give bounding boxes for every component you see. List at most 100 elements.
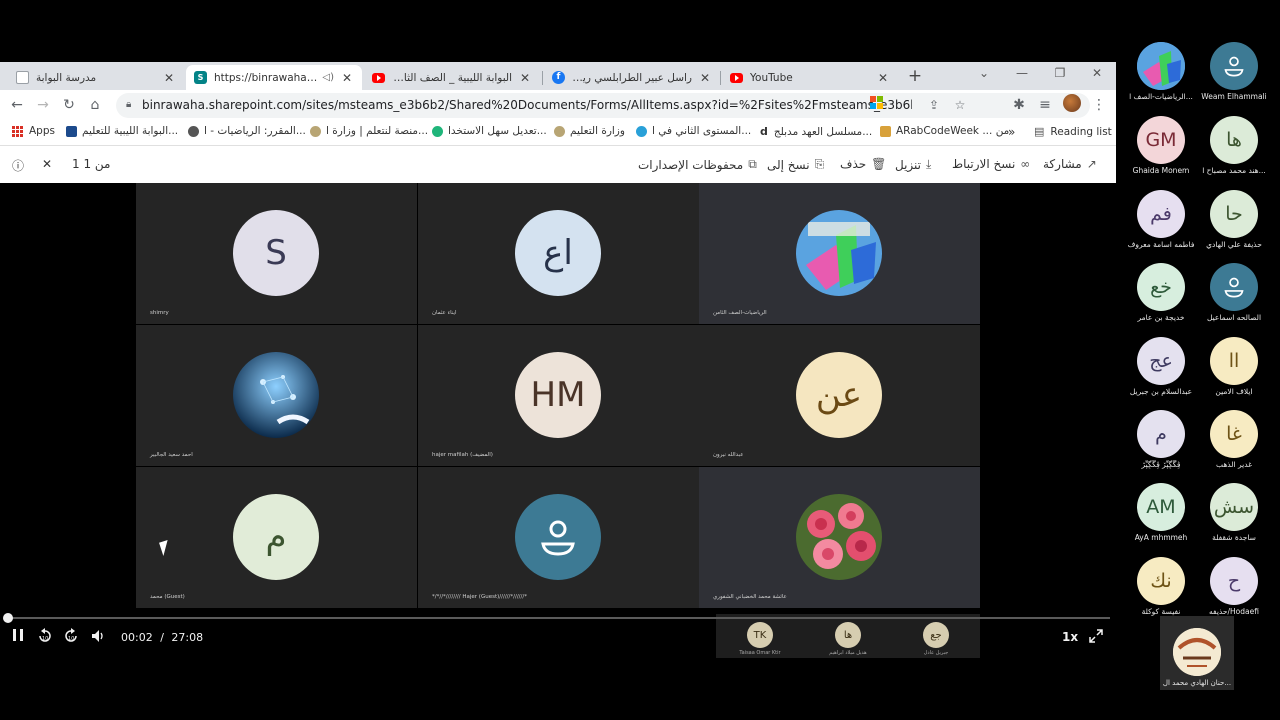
- d-logo-icon: d: [760, 125, 768, 138]
- roster-item[interactable]: GM Ghaida Monem: [1126, 116, 1196, 175]
- reading-list[interactable]: ▤ Reading list: [1034, 125, 1112, 138]
- share-icon[interactable]: ⇪: [926, 98, 942, 112]
- roster-item[interactable]: Weam Elhammali: [1199, 42, 1269, 101]
- roster-item[interactable]: AM AyA mhmmeh: [1126, 483, 1196, 542]
- close-icon[interactable]: ✕: [876, 71, 890, 85]
- close-icon[interactable]: ✕: [340, 71, 354, 85]
- sharepoint-icon: S: [194, 71, 207, 84]
- roster-item[interactable]: نك نفيسة كوكلة: [1126, 557, 1196, 616]
- link-icon: ∞: [1020, 157, 1031, 171]
- roster-avatar: م: [1137, 410, 1185, 458]
- seal-icon: [310, 125, 321, 137]
- seek-bar[interactable]: [6, 617, 1110, 619]
- roster-avatar: AM: [1137, 483, 1185, 531]
- roster-item[interactable]: الصالحه اسماعيل: [1199, 263, 1269, 322]
- info-icon[interactable]: ⓘ: [12, 157, 24, 174]
- close-viewer-icon[interactable]: ✕: [42, 157, 52, 171]
- profile-avatar[interactable]: [1063, 94, 1081, 112]
- download-button[interactable]: تنزيل ⤓: [895, 157, 931, 172]
- bookmark-series[interactable]: d مسلسل العهد مدبلج...: [760, 125, 872, 138]
- tab-facebook[interactable]: f راسل عبير الطرابلسي رياضيات ✕: [544, 65, 720, 90]
- page-counter: 1 من 1: [72, 157, 111, 171]
- facebook-icon: f: [552, 71, 565, 84]
- roster-item[interactable]: خع خديجة بن عامر: [1126, 263, 1196, 322]
- home-icon[interactable]: ⌂: [86, 96, 104, 114]
- youtube-icon: [372, 72, 385, 83]
- bookmark-apps[interactable]: Apps: [12, 125, 55, 137]
- tab-sharepoint[interactable]: S https://binrawaha.sharep ◁) ✕: [186, 65, 362, 90]
- extensions-puzzle-icon[interactable]: ✱: [1010, 96, 1028, 114]
- roster-avatar: ها: [1210, 116, 1258, 164]
- version-history-button[interactable]: محفوظات الإصدارات ⧉: [638, 157, 757, 172]
- self-view-tile: حنان الهادي محمد ال...: [1160, 616, 1234, 690]
- roster-item[interactable]: ح حذيفه/Hodaefi: [1199, 557, 1269, 616]
- roster-item[interactable]: الرياضيات-الصف ا...: [1126, 42, 1196, 101]
- minimize-icon[interactable]: —: [1012, 66, 1032, 80]
- participant-tile: اع ايناء عثمان: [418, 183, 699, 324]
- roster-item[interactable]: م ڤِڴِّڲِپِّڒ ڤِڴِّڲِپِّڒ: [1126, 410, 1196, 469]
- bookmark-arabcodeweek[interactable]: ARabCodeWeek ... من: [880, 125, 1009, 137]
- share-button[interactable]: مشاركة ↗: [1043, 157, 1097, 171]
- star-icon[interactable]: ☆: [952, 98, 968, 112]
- tab-search-chevron-icon[interactable]: ⌄: [974, 66, 994, 80]
- reload-icon[interactable]: ↻: [60, 96, 78, 114]
- mini-avatar: ها: [835, 622, 861, 648]
- forward-10-icon[interactable]: 10: [63, 628, 79, 648]
- close-icon[interactable]: ✕: [698, 71, 712, 85]
- math-logo-icon: [1173, 628, 1221, 676]
- roster-item[interactable]: اا ايلاف الامين: [1199, 337, 1269, 396]
- seek-handle[interactable]: [3, 613, 14, 623]
- overflow-participants-strip: TK Taisaa Omar Ktir ها هديل ميلاد ابراهي…: [716, 614, 980, 658]
- mini-participant[interactable]: TK Taisaa Omar Ktir: [720, 622, 800, 656]
- url-text[interactable]: binrawaha.sharepoint.com/sites/msteams_e…: [142, 98, 912, 112]
- bookmark-curriculum[interactable]: المقرر: الرياضيات - ا...: [188, 125, 306, 137]
- roster-item[interactable]: فم فاطمه اسامة معروف: [1126, 190, 1196, 249]
- back-arrow-icon[interactable]: ←: [8, 96, 26, 114]
- playback-speed-button[interactable]: 1x: [1062, 630, 1078, 644]
- participant-name: ايناء عثمان: [432, 310, 457, 316]
- mini-participant[interactable]: ها هديل ميلاد ابراهيم: [808, 622, 888, 656]
- tab-libya-portal[interactable]: البوابة الليبية _ الصف الثامن - ✕: [364, 65, 540, 90]
- tab-youtube[interactable]: YouTube ✕: [722, 65, 898, 90]
- close-window-icon[interactable]: ✕: [1087, 66, 1107, 80]
- mini-participant[interactable]: جع جبريل عادل: [896, 622, 976, 656]
- bookmark-easy-edit[interactable]: تعديل سهل الاستخدا...: [432, 125, 547, 137]
- forward-arrow-icon[interactable]: →: [34, 96, 52, 114]
- new-tab-plus-icon[interactable]: +: [906, 67, 924, 85]
- participant-tile: */*//*//////// Hajer (Guest)//////*/////…: [418, 467, 699, 608]
- media-control-icon[interactable]: ≡: [1036, 96, 1054, 114]
- rewind-10-icon[interactable]: 10: [37, 628, 53, 648]
- bookmark-libya-portal[interactable]: البوابة الليبية للتعليم...: [66, 125, 178, 137]
- copy-to-button[interactable]: نسخ إلى ⎘: [767, 157, 824, 172]
- bookmarks-overflow-chevron-icon[interactable]: »: [1008, 125, 1015, 139]
- tab-madrasa[interactable]: مدرسة البوابة ✕: [8, 65, 184, 90]
- participant-name: احمد سعيد الجالبير: [150, 452, 193, 458]
- bookmark-second-level[interactable]: المستوى الثاني في ا...: [636, 125, 751, 137]
- roster-item[interactable]: سش ساجدة شقفلة: [1199, 483, 1269, 542]
- menu-kebab-icon[interactable]: ⋮: [1090, 96, 1108, 114]
- bookmark-learning-platform[interactable]: منصة لنتعلم | وزارة ا...: [310, 125, 428, 137]
- volume-icon[interactable]: [90, 628, 106, 648]
- globe-icon: [188, 125, 199, 137]
- roster-item[interactable]: حا حذيفة علي الهادي: [1199, 190, 1269, 249]
- roster-item[interactable]: عج عبدالسلام بن جبريل: [1126, 337, 1196, 396]
- fullscreen-icon[interactable]: [1088, 628, 1104, 648]
- lock-icon[interactable]: 🔒︎: [126, 99, 131, 110]
- restore-icon[interactable]: ❐: [1050, 66, 1070, 80]
- close-icon[interactable]: ✕: [518, 71, 532, 85]
- roster-item[interactable]: غا غدير الذهب: [1199, 410, 1269, 469]
- current-time: 00:02: [121, 631, 153, 644]
- speaker-icon[interactable]: ◁): [322, 72, 334, 83]
- copy-link-button[interactable]: نسخ الارتباط ∞: [952, 157, 1030, 171]
- office-extension-icon[interactable]: [870, 96, 883, 109]
- close-icon[interactable]: ✕: [162, 71, 176, 85]
- participant-tile: الرياضيات-الصف الثامن: [699, 183, 980, 324]
- address-bar[interactable]: 🔒︎ binrawaha.sharepoint.com/sites/msteam…: [116, 93, 1090, 118]
- delete-button[interactable]: حذف 🗑︎: [840, 157, 886, 171]
- roster-avatar: نك: [1137, 557, 1185, 605]
- pause-icon[interactable]: [11, 628, 25, 646]
- roster-item[interactable]: ها هند محمد مصباح ا...: [1199, 116, 1269, 175]
- browser-window: مدرسة البوابة ✕ S https://binrawaha.shar…: [0, 62, 1116, 183]
- roster-avatar: غا: [1210, 410, 1258, 458]
- bookmark-ministry[interactable]: وزارة التعليم: [554, 125, 625, 137]
